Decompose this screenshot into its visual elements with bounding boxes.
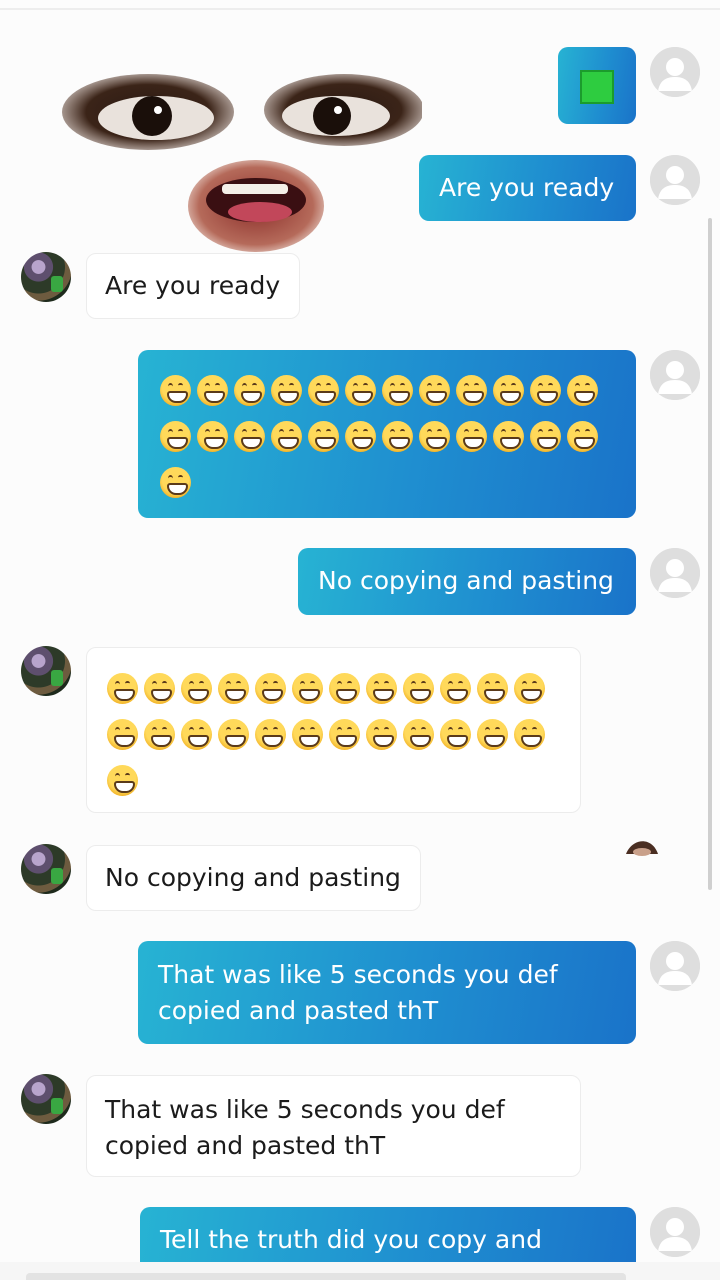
grinning-face-emoji xyxy=(440,672,471,704)
outgoing-emoji-message[interactable] xyxy=(138,350,636,518)
grinning-face-emoji xyxy=(329,718,360,750)
grinning-face-emoji xyxy=(493,420,524,452)
default-user-avatar-icon xyxy=(650,350,700,400)
emoji-row xyxy=(107,756,577,802)
user-avatar[interactable] xyxy=(650,941,700,991)
user-avatar[interactable] xyxy=(650,1207,700,1257)
grinning-face-emoji xyxy=(144,718,175,750)
user-avatar[interactable] xyxy=(650,548,700,598)
grinning-face-emoji xyxy=(160,420,191,452)
grinning-face-emoji xyxy=(271,374,302,406)
grinning-face-emoji xyxy=(403,672,434,704)
grinning-face-emoji xyxy=(366,718,397,750)
grinning-face-emoji xyxy=(567,420,598,452)
message-text: Are you ready xyxy=(105,271,281,300)
grinning-face-emoji xyxy=(197,374,228,406)
grinning-face-emoji xyxy=(403,718,434,750)
default-user-avatar-icon xyxy=(650,548,700,598)
message-text: No copying and pasting xyxy=(318,566,614,595)
incoming-message[interactable]: No copying and pasting xyxy=(86,845,421,911)
default-user-avatar-icon xyxy=(650,47,700,97)
grinning-face-emoji xyxy=(308,374,339,406)
user-avatar[interactable] xyxy=(650,155,700,205)
emoji-row xyxy=(107,710,577,756)
grinning-face-emoji xyxy=(234,374,265,406)
grinning-face-emoji xyxy=(234,420,265,452)
friend-avatar[interactable] xyxy=(21,646,71,696)
grinning-face-emoji xyxy=(292,718,323,750)
grinning-face-emoji xyxy=(345,374,376,406)
grinning-face-emoji xyxy=(382,374,413,406)
scrollbar[interactable] xyxy=(708,218,712,890)
grinning-face-emoji xyxy=(419,374,450,406)
grinning-face-emoji xyxy=(181,718,212,750)
user-avatar[interactable] xyxy=(650,47,700,97)
grinning-face-emoji xyxy=(144,672,175,704)
outgoing-message[interactable]: Are you ready xyxy=(419,155,636,221)
friend-avatar[interactable] xyxy=(21,844,71,894)
grinning-face-emoji xyxy=(271,420,302,452)
grinning-face-emoji xyxy=(107,672,138,704)
default-user-avatar-icon xyxy=(650,941,700,991)
grinning-face-emoji xyxy=(440,718,471,750)
grinning-face-emoji xyxy=(477,672,508,704)
green-square-emoji xyxy=(580,70,614,104)
grinning-face-emoji xyxy=(493,374,524,406)
grinning-face-emoji xyxy=(456,420,487,452)
grinning-face-emoji xyxy=(530,420,561,452)
grinning-face-emoji xyxy=(514,672,545,704)
default-user-avatar-icon xyxy=(650,1207,700,1257)
grinning-face-emoji xyxy=(197,420,228,452)
message-text: No copying and pasting xyxy=(105,863,401,892)
small-brown-sticker xyxy=(626,841,658,856)
grinning-face-emoji xyxy=(181,672,212,704)
friend-avatar[interactable] xyxy=(21,1074,71,1124)
grinning-face-emoji xyxy=(255,718,286,750)
grinning-face-emoji xyxy=(345,420,376,452)
grinning-face-emoji xyxy=(456,374,487,406)
emoji-row xyxy=(160,458,630,504)
grinning-face-emoji xyxy=(530,374,561,406)
grinning-face-emoji xyxy=(514,718,545,750)
grinning-face-emoji xyxy=(160,466,191,498)
grinning-face-emoji xyxy=(419,420,450,452)
message-text: Are you ready xyxy=(439,173,615,202)
input-bar-edge[interactable] xyxy=(26,1273,626,1280)
grinning-face-emoji xyxy=(107,718,138,750)
emoji-row xyxy=(160,412,630,458)
grinning-face-emoji xyxy=(308,420,339,452)
incoming-message[interactable]: Are you ready xyxy=(86,253,300,319)
incoming-emoji-message[interactable] xyxy=(86,647,581,813)
eyes-and-mouth-sticker xyxy=(62,74,422,252)
grinning-face-emoji xyxy=(567,374,598,406)
grinning-face-emoji xyxy=(218,672,249,704)
grinning-face-emoji xyxy=(160,374,191,406)
outgoing-message[interactable]: No copying and pasting xyxy=(298,548,636,615)
top-divider xyxy=(0,8,720,10)
user-avatar[interactable] xyxy=(650,350,700,400)
grinning-face-emoji xyxy=(329,672,360,704)
grinning-face-emoji xyxy=(107,764,138,796)
grinning-face-emoji xyxy=(255,672,286,704)
grinning-face-emoji xyxy=(382,420,413,452)
grinning-face-emoji xyxy=(477,718,508,750)
friend-avatar[interactable] xyxy=(21,252,71,302)
emoji-group xyxy=(107,664,577,802)
outgoing-message[interactable]: That was like 5 seconds you def copied a… xyxy=(138,941,636,1044)
incoming-message[interactable]: That was like 5 seconds you def copied a… xyxy=(86,1075,581,1177)
message-text: That was like 5 seconds you def copied a… xyxy=(158,960,558,1025)
emoji-row xyxy=(107,664,577,710)
message-text: That was like 5 seconds you def copied a… xyxy=(105,1095,505,1160)
grinning-face-emoji xyxy=(292,672,323,704)
emoji-row xyxy=(160,366,630,412)
default-user-avatar-icon xyxy=(650,155,700,205)
grinning-face-emoji xyxy=(366,672,397,704)
emoji-group xyxy=(160,366,630,504)
grinning-face-emoji xyxy=(218,718,249,750)
